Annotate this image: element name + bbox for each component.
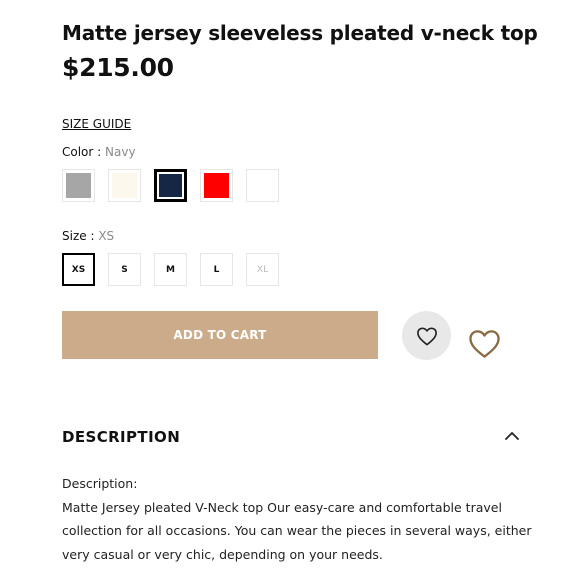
color-selected-value: Navy — [105, 145, 136, 159]
heart-icon[interactable] — [468, 328, 501, 359]
size-option-s[interactable]: S — [108, 253, 141, 286]
product-price: $215.00 — [62, 53, 174, 82]
swatch-fill — [204, 173, 229, 198]
color-swatch-navy[interactable] — [154, 169, 187, 202]
description-text: Matte Jersey pleated V-Neck top Our easy… — [62, 499, 532, 562]
color-swatch-cream[interactable] — [108, 169, 141, 202]
description-lead: Description: — [62, 476, 138, 491]
chevron-up-icon[interactable] — [504, 430, 520, 442]
color-label-text: Color : — [62, 145, 102, 159]
wishlist-button[interactable] — [402, 311, 451, 360]
size-guide-link[interactable]: SIZE GUIDE — [62, 117, 131, 131]
swatch-fill — [250, 173, 275, 198]
color-option-label: Color : Navy — [62, 145, 136, 159]
heart-icon — [416, 326, 437, 345]
size-selected-value: XS — [98, 229, 115, 243]
color-swatch-gray[interactable] — [62, 169, 95, 202]
color-swatch-list — [62, 169, 279, 202]
add-to-cart-button[interactable]: ADD TO CART — [62, 311, 378, 359]
swatch-fill — [112, 173, 137, 198]
size-option-l[interactable]: L — [200, 253, 233, 286]
color-swatch-red[interactable] — [200, 169, 233, 202]
size-label-text: Size : — [62, 229, 95, 243]
size-option-m[interactable]: M — [154, 253, 187, 286]
product-title: Matte jersey sleeveless pleated v-neck t… — [62, 21, 538, 45]
swatch-fill — [66, 173, 91, 198]
description-body: Description: Matte Jersey pleated V-Neck… — [62, 472, 532, 566]
size-option-xl[interactable]: XL — [246, 253, 279, 286]
swatch-fill — [159, 174, 182, 197]
size-option-label: Size : XS — [62, 229, 114, 243]
color-swatch-white[interactable] — [246, 169, 279, 202]
size-option-xs[interactable]: XS — [62, 253, 95, 286]
description-heading[interactable]: DESCRIPTION — [62, 428, 180, 446]
size-option-list: XS S M L XL — [62, 253, 279, 286]
